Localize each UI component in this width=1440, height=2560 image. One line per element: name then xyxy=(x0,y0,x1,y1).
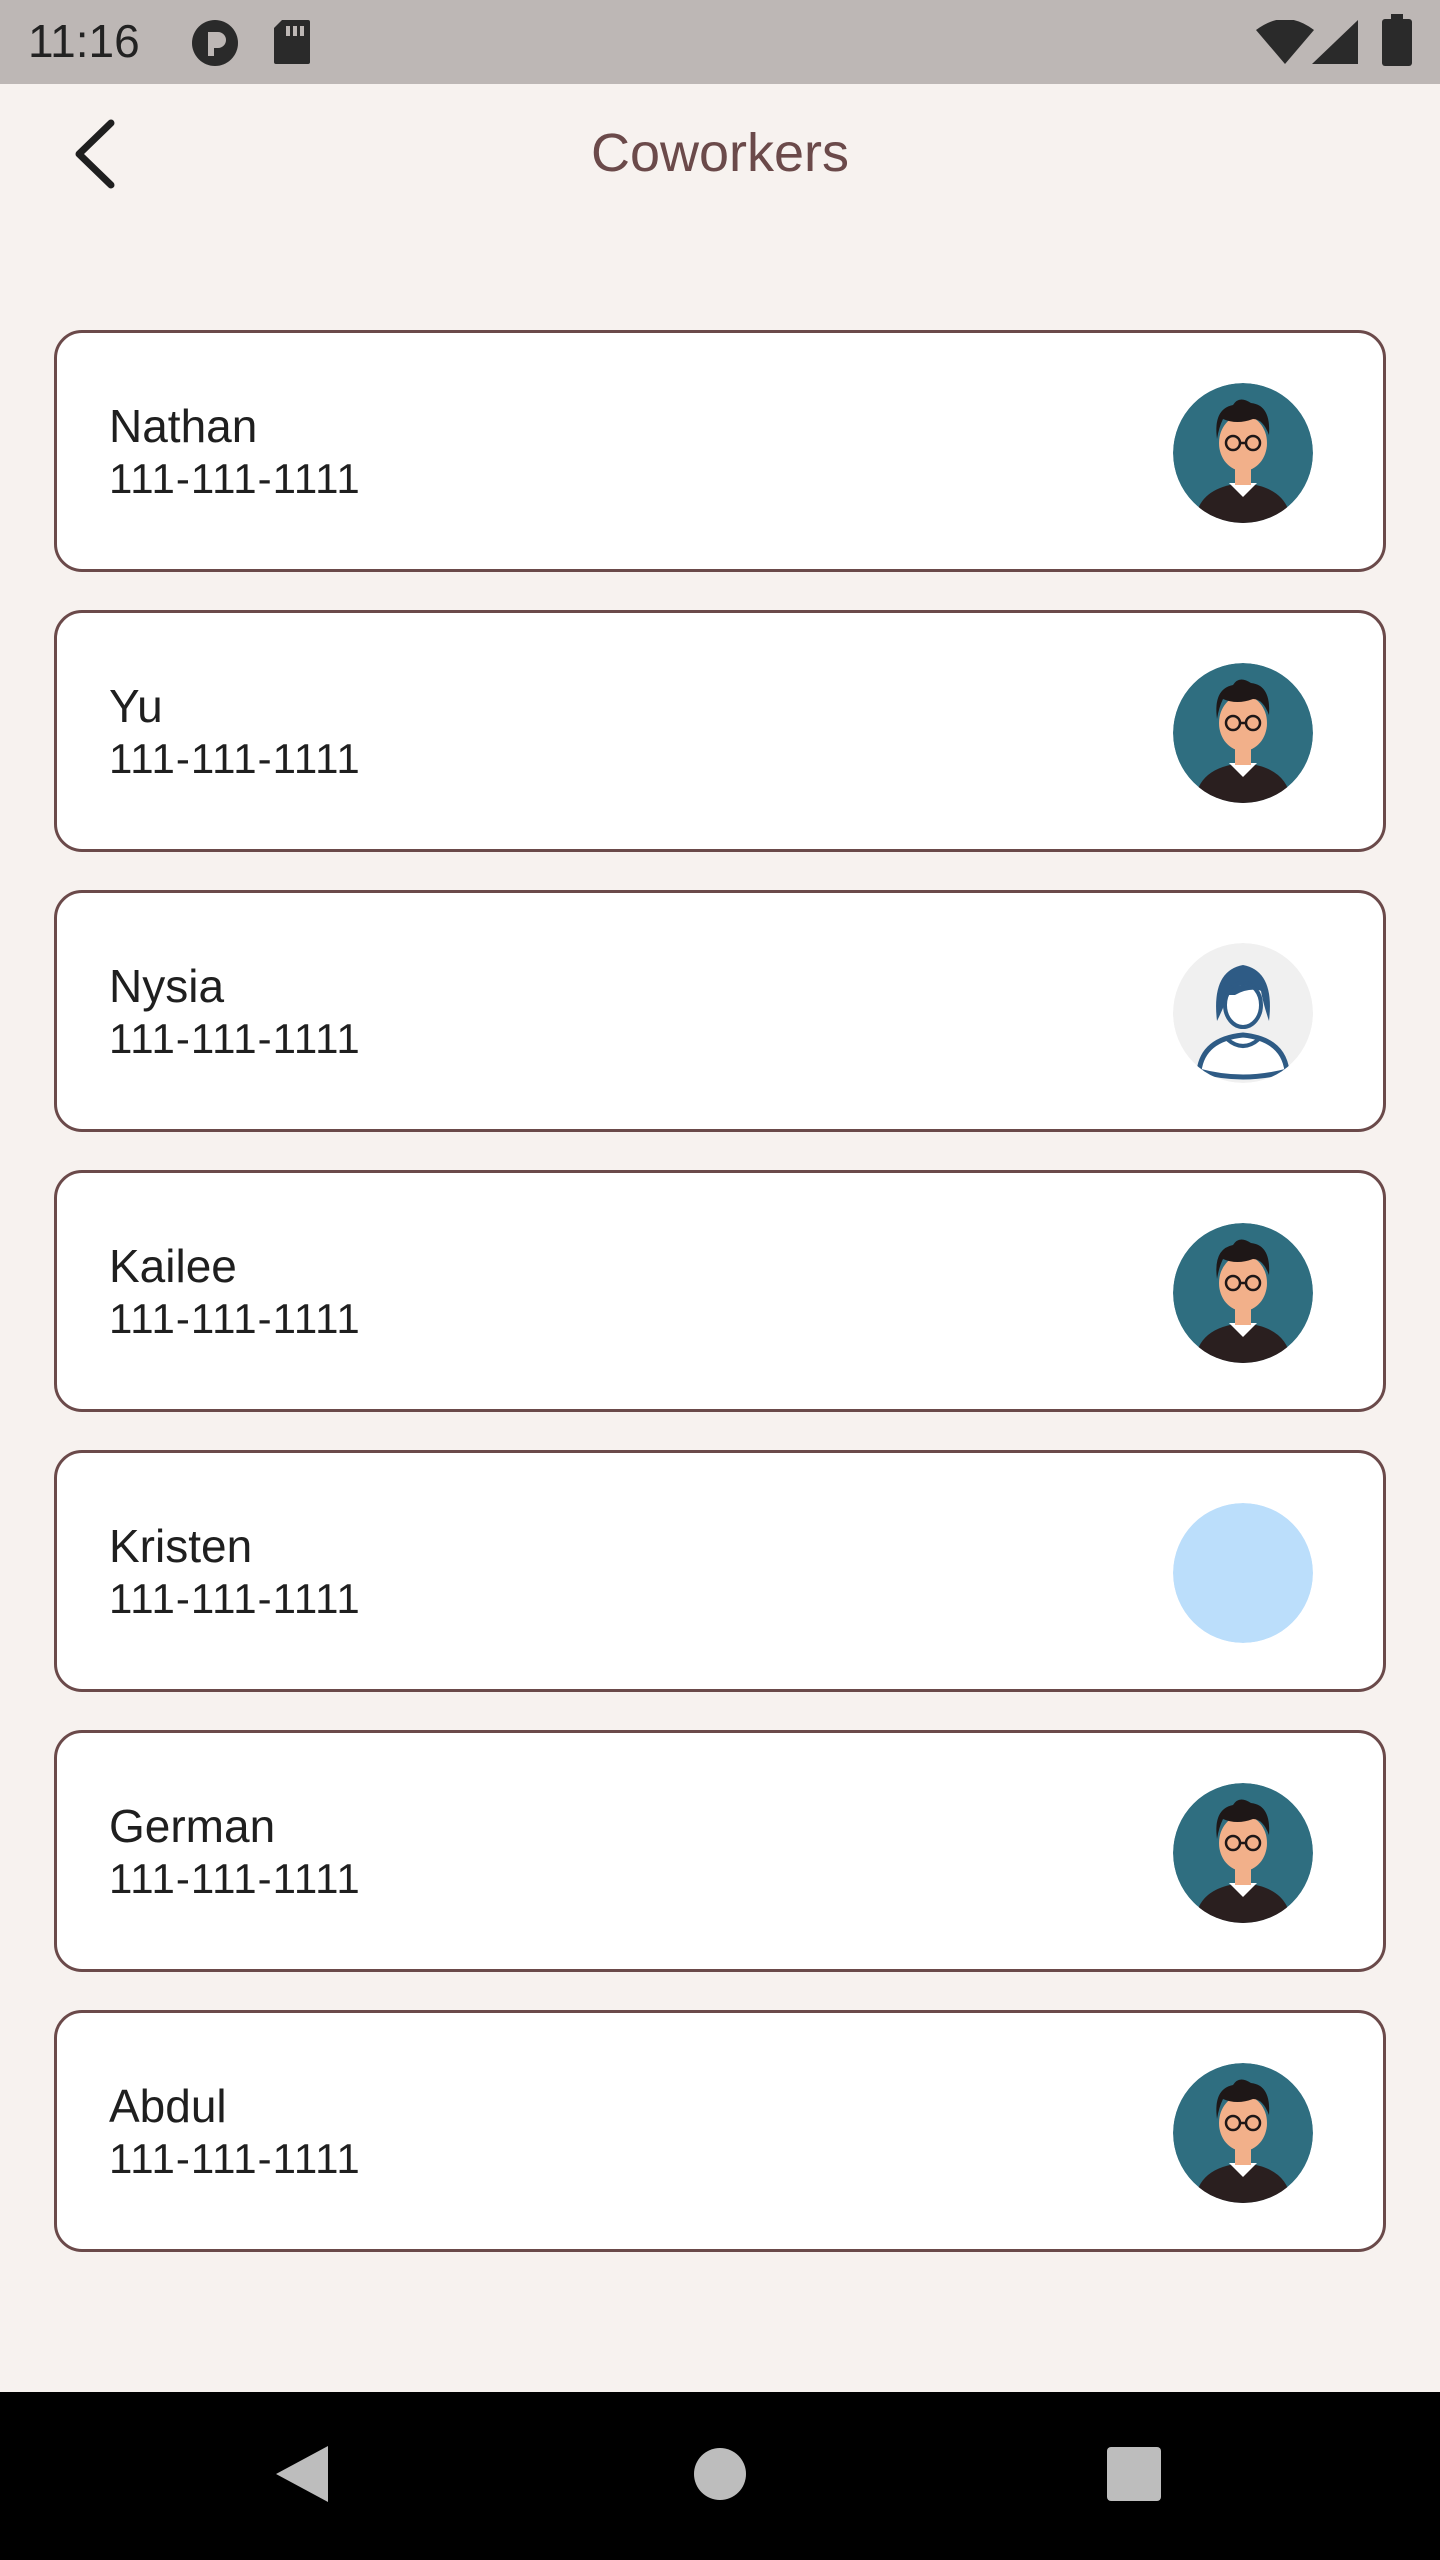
male-avatar-icon xyxy=(1173,1783,1313,1923)
notification-icon xyxy=(190,18,240,73)
nav-back-icon xyxy=(270,2442,334,2511)
status-time: 11:16 xyxy=(28,15,140,67)
female-avatar-icon xyxy=(1173,943,1313,1083)
nav-recents-button[interactable] xyxy=(1094,2436,1174,2516)
nav-back-button[interactable] xyxy=(262,2436,342,2516)
coworker-card[interactable]: Nysia 111-111-1111 xyxy=(54,890,1386,1132)
wifi-icon xyxy=(1256,19,1314,69)
nav-home-button[interactable] xyxy=(680,2436,760,2516)
male-avatar-icon xyxy=(1173,663,1313,803)
coworker-name: Yu xyxy=(109,680,163,732)
male-avatar-icon xyxy=(1173,383,1313,523)
coworker-phone: 111-111-1111 xyxy=(109,2135,361,2182)
coworker-phone: 111-111-1111 xyxy=(109,735,361,782)
coworker-card[interactable]: Kailee 111-111-1111 xyxy=(54,1170,1386,1412)
coworker-name: Kristen xyxy=(109,1520,253,1572)
nav-recents-icon xyxy=(1107,2446,1161,2506)
coworker-phone: 111-111-1111 xyxy=(109,1575,361,1622)
status-bar: 11:16 xyxy=(0,0,1440,84)
coworker-name: Abdul xyxy=(109,2080,227,2132)
coworker-name: German xyxy=(109,1800,276,1852)
male-avatar-icon xyxy=(1173,2063,1313,2203)
coworker-name: Kailee xyxy=(109,1240,237,1292)
battery-icon xyxy=(1382,14,1412,71)
nav-home-icon xyxy=(692,2446,748,2507)
coworker-phone: 111-111-1111 xyxy=(109,1015,361,1062)
page-title: Coworkers xyxy=(590,123,850,183)
app-bar: Coworkers xyxy=(0,84,1440,232)
coworker-card[interactable]: Kristen 111-111-1111 xyxy=(54,1450,1386,1692)
coworker-phone: 111-111-1111 xyxy=(109,455,361,502)
coworker-name: Nathan xyxy=(109,400,258,452)
coworker-phone: 111-111-1111 xyxy=(109,1855,361,1902)
coworker-list: Nathan 111-111-1111 Yu 111-111-1111 Nysi… xyxy=(54,330,1386,2290)
coworker-name: Nysia xyxy=(109,960,225,1012)
coworker-card[interactable]: Nathan 111-111-1111 xyxy=(54,330,1386,572)
coworker-card[interactable]: German 111-111-1111 xyxy=(54,1730,1386,1972)
sd-card-icon xyxy=(272,18,312,71)
placeholder-avatar-icon xyxy=(1173,1503,1313,1643)
male-avatar-icon xyxy=(1173,1223,1313,1363)
coworker-phone: 111-111-1111 xyxy=(109,1295,361,1342)
coworker-card[interactable]: Abdul 111-111-1111 xyxy=(54,2010,1386,2252)
system-nav-bar xyxy=(0,2392,1440,2560)
cell-signal-icon xyxy=(1312,20,1360,69)
coworker-card[interactable]: Yu 111-111-1111 xyxy=(54,610,1386,852)
